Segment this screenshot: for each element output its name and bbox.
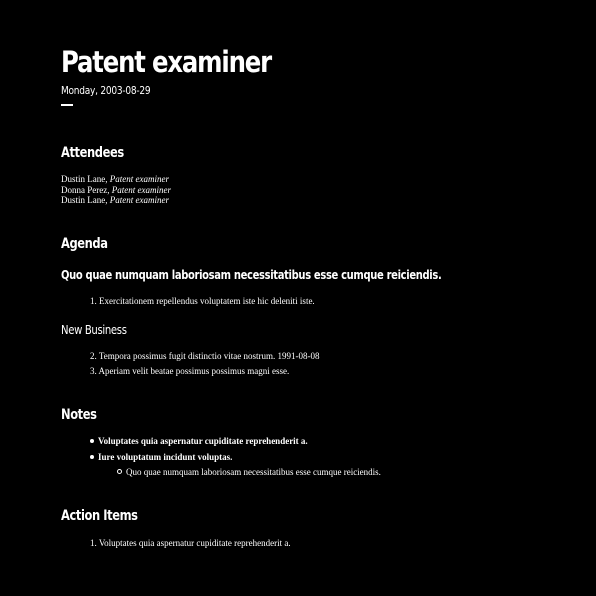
notes-item-text: Voluptates quia aspernatur cupiditate re… (98, 436, 308, 446)
attendee-name: Dustin Lane, (61, 174, 108, 184)
page-title: Patent examiner (61, 45, 272, 79)
attendees-list: Dustin Lane, Patent examiner Donna Perez… (61, 174, 171, 206)
attendee-role: Patent examiner (109, 195, 169, 205)
agenda-heading: Agenda (61, 236, 108, 252)
attendee-item: Dustin Lane, Patent examiner (61, 195, 171, 206)
notes-item-text: Iure voluptatum incidunt voluptas. (98, 452, 233, 462)
notes-item: Voluptates quia aspernatur cupiditate re… (90, 436, 308, 447)
agenda-item-number: 1. (90, 296, 97, 306)
action-item: 1. Voluptates quia aspernatur cupiditate… (90, 538, 291, 549)
agenda-section-title: Quo quae numquam laboriosam necessitatib… (61, 268, 442, 282)
notes-item: Iure voluptatum incidunt voluptas. (90, 452, 232, 463)
notes-subitem-text: Quo quae numquam laboriosam necessitatib… (126, 467, 381, 477)
agenda-item-text: Exercitationem repellendus voluptatem is… (99, 296, 315, 306)
agenda-item-number: 2. (90, 351, 97, 361)
agenda-item-text: Aperiam velit beatae possimus possimus m… (98, 366, 290, 376)
attendee-role: Patent examiner (111, 184, 171, 195)
agenda-item-text: Tempora possimus fugit distinctio vitae … (98, 351, 320, 361)
action-item-number: 1. (90, 538, 97, 548)
attendee-item: Dustin Lane, Patent examiner (61, 174, 171, 185)
hollow-bullet-icon (117, 469, 122, 474)
action-item-text: Voluptates quia aspernatur cupiditate re… (98, 538, 291, 548)
attendee-role: Patent examiner (109, 174, 169, 184)
bullet-icon (90, 439, 94, 443)
agenda-item: 1. Exercitationem repellendus voluptatem… (90, 296, 315, 307)
agenda-item-number: 3. (90, 366, 97, 376)
attendee-name: Dustin Lane, (61, 195, 108, 205)
title-divider (61, 104, 73, 106)
bullet-icon (90, 455, 94, 459)
meeting-date: Monday, 2003-08-29 (61, 84, 151, 97)
action-items-heading: Action Items (61, 508, 138, 524)
notes-heading: Notes (61, 407, 97, 423)
new-business-title: New Business (61, 323, 127, 337)
agenda-item: 3. Aperiam velit beatae possimus possimu… (90, 366, 289, 377)
attendee-item: Donna Perez, Patent examiner (61, 185, 171, 196)
agenda-item: 2. Tempora possimus fugit distinctio vit… (90, 351, 319, 362)
attendee-name: Donna Perez, (61, 184, 110, 195)
notes-subitem: Quo quae numquam laboriosam necessitatib… (117, 467, 381, 478)
attendees-heading: Attendees (61, 145, 124, 161)
